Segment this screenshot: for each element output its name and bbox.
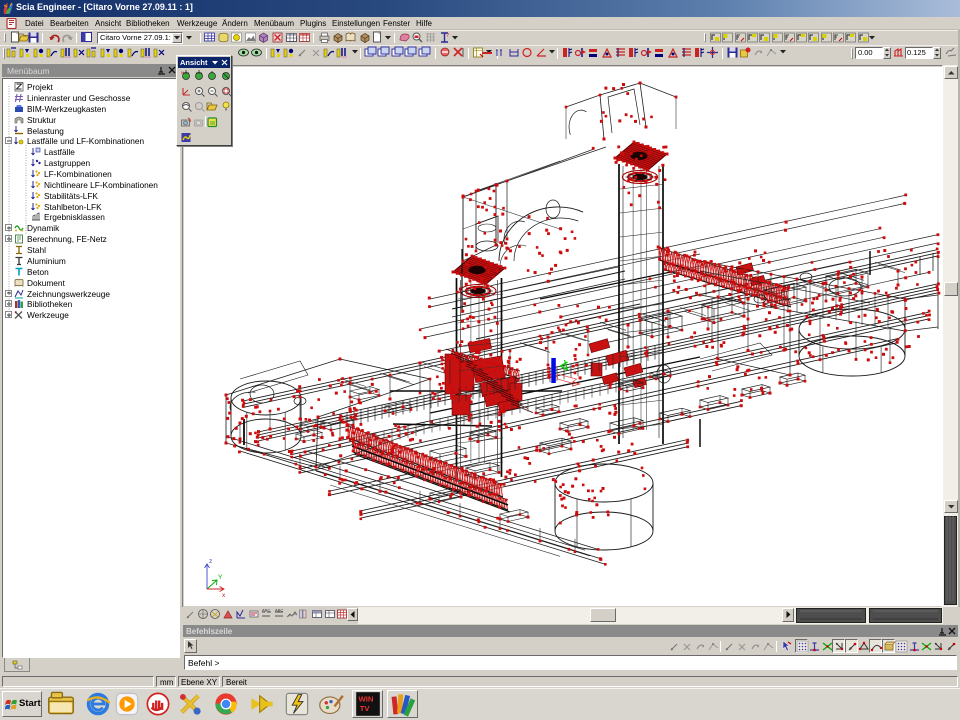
svg-text:N: N xyxy=(181,70,184,75)
svg-text:z: z xyxy=(209,558,212,565)
svg-text:WIN: WIN xyxy=(359,695,374,704)
svg-text:ABC: ABC xyxy=(262,608,270,613)
svg-text:x: x xyxy=(222,592,226,599)
svg-text:ABC: ABC xyxy=(275,608,283,613)
svg-text:?: ? xyxy=(446,33,449,39)
svg-text:Y: Y xyxy=(218,574,223,581)
svg-text:TV: TV xyxy=(360,704,371,713)
